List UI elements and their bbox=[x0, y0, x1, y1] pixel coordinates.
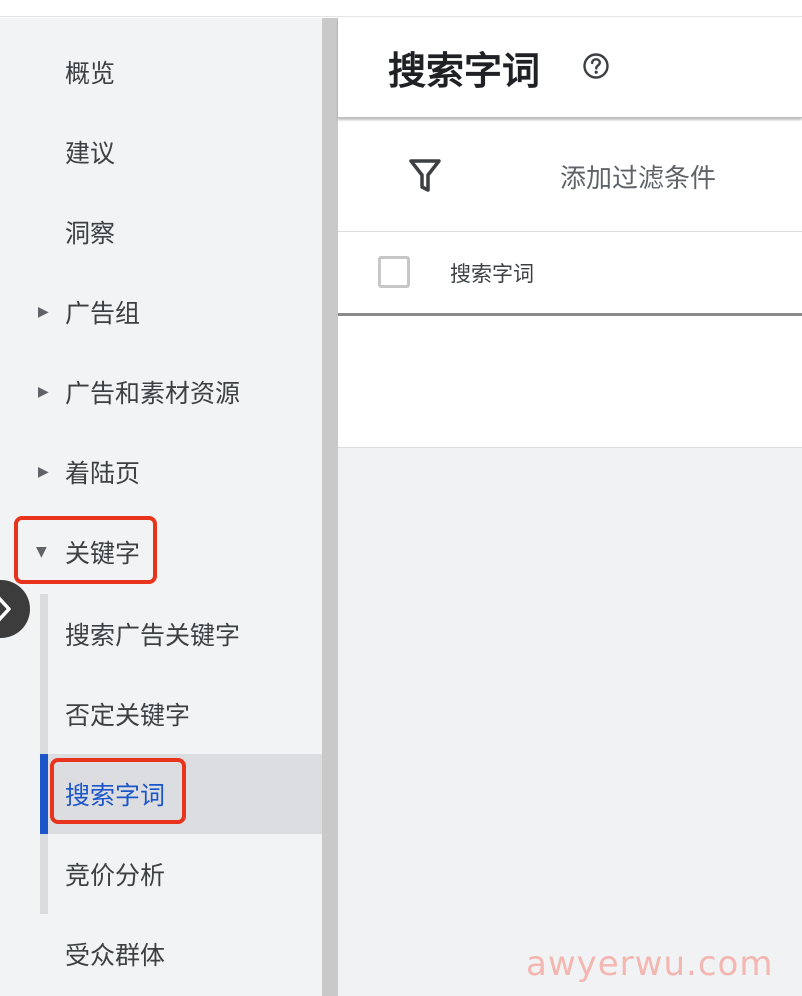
sidebar-item-recommendations[interactable]: 建议 bbox=[0, 112, 322, 192]
table-header-row: 搜索字词 bbox=[338, 232, 802, 316]
add-filter-button[interactable]: 添加过滤条件 bbox=[560, 158, 716, 195]
sidebar-item-label: 广告和素材资源 bbox=[65, 379, 241, 408]
page-title: 搜索字词 bbox=[388, 49, 541, 93]
watermark: awyerwu.com bbox=[526, 944, 774, 984]
sidebar-divider bbox=[322, 18, 338, 996]
main-content: 搜索字词 添加过滤条件 搜索字词 bbox=[338, 18, 802, 996]
sidebar-item-label: 概览 bbox=[65, 59, 116, 88]
sidebar-subitem-negative-keywords[interactable]: 否定关键字 bbox=[48, 674, 322, 754]
top-strip bbox=[0, 0, 802, 17]
caret-right-icon: ▶ bbox=[38, 464, 49, 480]
sidebar-item-label: 着陆页 bbox=[65, 459, 141, 488]
sidebar-item-insights[interactable]: 洞察 bbox=[0, 192, 322, 272]
sidebar-item-label: 受众群体 bbox=[65, 941, 166, 970]
help-circle-icon[interactable] bbox=[582, 52, 610, 80]
highlight-box bbox=[50, 758, 186, 824]
filter-icon[interactable] bbox=[408, 158, 442, 194]
select-all-checkbox[interactable] bbox=[378, 256, 410, 288]
sidebar-subitem-auction-insights[interactable]: 竞价分析 bbox=[48, 834, 322, 914]
title-bar: 搜索字词 bbox=[338, 18, 802, 118]
sidebar-subitem-search-keywords[interactable]: 搜索广告关键字 bbox=[48, 594, 322, 674]
sidebar-item-overview[interactable]: 概览 bbox=[0, 32, 322, 112]
highlight-box bbox=[14, 516, 157, 584]
chevron-right-icon bbox=[0, 596, 11, 622]
sidebar-item-label: 建议 bbox=[65, 139, 116, 168]
sidebar-item-landing-pages[interactable]: ▶ 着陆页 bbox=[0, 432, 322, 512]
sidebar-item-label: 广告组 bbox=[65, 299, 141, 328]
search-terms-card: 搜索字词 添加过滤条件 搜索字词 bbox=[338, 18, 802, 448]
sidebar-item-audiences[interactable]: 受众群体 bbox=[0, 914, 322, 994]
sidebar-item-ads-assets[interactable]: ▶ 广告和素材资源 bbox=[0, 352, 322, 432]
sidebar-item-ad-groups[interactable]: ▶ 广告组 bbox=[0, 272, 322, 352]
caret-right-icon: ▶ bbox=[38, 384, 49, 400]
active-indicator bbox=[40, 754, 48, 834]
sidebar-item-label: 否定关键字 bbox=[65, 701, 191, 730]
sidebar-item-label: 洞察 bbox=[65, 219, 116, 248]
sidebar-item-label: 竞价分析 bbox=[65, 861, 166, 890]
sidebar-item-label: 搜索广告关键字 bbox=[65, 621, 241, 650]
column-header-search-term[interactable]: 搜索字词 bbox=[450, 258, 534, 288]
filter-row: 添加过滤条件 bbox=[338, 120, 802, 232]
caret-right-icon: ▶ bbox=[38, 304, 49, 320]
sidebar-nav: 概览 建议 洞察 ▶ 广告组 ▶ 广告和素材资源 ▶ 着陆页 ▼ 关键字 搜索广… bbox=[0, 18, 322, 996]
